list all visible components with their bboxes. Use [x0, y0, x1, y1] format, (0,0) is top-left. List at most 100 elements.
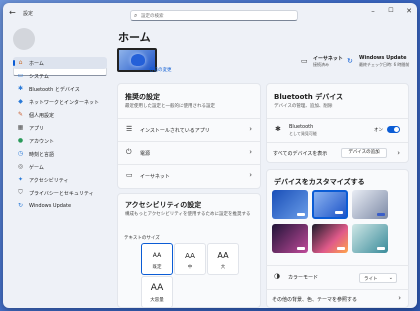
gaming-icon: ◎	[17, 163, 24, 170]
sidebar-item-label: 個人用設定	[29, 113, 55, 119]
sidebar-item-time-language[interactable]: ◷ 時刻と言語	[13, 148, 107, 160]
privacy-icon: ⛉	[18, 189, 23, 196]
close-icon[interactable]: ✕	[402, 7, 416, 15]
sidebar-item-home[interactable]: ⌂ ホーム	[13, 57, 107, 69]
text-size-large-button[interactable]: AA 大	[207, 243, 239, 275]
windows-update-icon: ↻	[17, 202, 24, 209]
sidebar-item-label: アカウント	[29, 139, 55, 145]
theme-thumbnail[interactable]	[352, 190, 388, 219]
apps-icon: ▦	[17, 124, 24, 131]
recommended-row-installed-apps[interactable]: ☰ インストールされているアプリ ›	[118, 118, 260, 140]
more-backgrounds-row[interactable]: その他の背景、色、テーマを参照する ›	[266, 289, 409, 308]
theme-thumbnail[interactable]	[352, 224, 388, 253]
chevron-right-icon: ›	[249, 125, 252, 133]
bluetooth-title: Bluetooth デバイス	[274, 93, 343, 101]
settings-window: ← 設定 ⌕ – ☐ ✕ @jenkinc.com ⌂ ホーム ▭ システム ✱…	[3, 3, 417, 308]
recommended-description: 最近使用した設定と一般的に使用される設定	[125, 104, 215, 109]
chevron-right-icon[interactable]: ›	[397, 149, 400, 157]
theme-thumbnail[interactable]	[272, 224, 308, 253]
bluetooth-toggle[interactable]	[387, 126, 400, 133]
accessibility-title: アクセシビリティの設定	[125, 201, 202, 209]
sidebar-item-privacy[interactable]: ⛉ プライバシーとセキュリティ	[13, 187, 107, 199]
sidebar-item-accessibility[interactable]: ✦ アクセシビリティ	[13, 174, 107, 186]
row-label: イーサネット	[140, 174, 170, 180]
time-language-icon: ◷	[17, 150, 24, 157]
search-input[interactable]	[141, 12, 291, 20]
text-size-label-large: 大	[220, 265, 226, 270]
accessibility-description: 構成もっとアクセシビリティを使用するために設定を推奨する	[125, 212, 251, 217]
ethernet-icon: ▭	[301, 57, 308, 65]
row-label: 電源	[140, 151, 151, 157]
sidebar-item-label: 時刻と言語	[29, 152, 55, 158]
text-size-label-default: 既定	[152, 265, 162, 270]
maximize-icon[interactable]: ☐	[384, 7, 398, 14]
active-indicator	[13, 60, 15, 66]
palette-icon: ◑	[274, 272, 281, 280]
page-title: ホーム	[118, 31, 151, 44]
network-icon: ◆	[18, 98, 23, 105]
color-mode-select[interactable]: ライト ⌄	[359, 273, 397, 283]
text-size-glyph: AA	[217, 251, 229, 260]
bluetooth-icon: ✱	[275, 125, 281, 133]
theme-window-preview	[335, 211, 343, 214]
text-size-medium-button[interactable]: AA 中	[174, 243, 206, 275]
settings-search-box[interactable]: ⌕	[130, 10, 298, 21]
avatar[interactable]	[13, 28, 35, 50]
home-icon: ⌂	[18, 59, 23, 66]
sidebar-item-label: ホーム	[29, 61, 44, 67]
bluetooth-toggle-state: オン	[374, 128, 383, 133]
bluetooth-device-label: Bluetooth	[289, 124, 314, 130]
minimize-icon[interactable]: –	[366, 7, 380, 15]
title-bar: ← 設定 ⌕ – ☐ ✕	[3, 3, 417, 25]
sidebar-item-label: ゲーム	[29, 165, 44, 171]
sidebar-item-accounts[interactable]: ● アカウント	[13, 135, 107, 147]
recommended-settings-card: 推奨の設定 最近使用した設定と一般的に使用される設定 ☰ インストールされている…	[117, 83, 261, 189]
chevron-right-icon: ›	[249, 148, 252, 156]
toggle-knob	[394, 127, 399, 132]
ethernet-icon: ▭	[126, 171, 133, 179]
sidebar-item-network[interactable]: ◆ ネットワークとインターネット	[13, 96, 107, 108]
chevron-right-icon: ›	[398, 294, 401, 302]
theme-window-preview	[337, 247, 345, 250]
bluetooth-description: デバイスの管理、追加、削除	[274, 104, 333, 109]
sidebar-item-gaming[interactable]: ◎ ゲーム	[13, 161, 107, 173]
sidebar-item-personalization[interactable]: ✎ 個人用設定	[13, 109, 107, 121]
windows-update-icon: ↻	[347, 57, 353, 65]
sidebar-item-label: アプリ	[29, 126, 45, 132]
sidebar-item-label: ネットワークとインターネット	[29, 100, 100, 106]
recommended-title: 推奨の設定	[125, 93, 160, 101]
quick-status-subtitle: 接続済み	[313, 62, 329, 67]
recommended-row-ethernet[interactable]: ▭ イーサネット ›	[118, 164, 260, 186]
add-device-button[interactable]: デバイスの追加	[341, 148, 387, 158]
more-backgrounds-label: その他の背景、色、テーマを参照する	[272, 297, 358, 303]
recommended-row-power[interactable]: ⏻ 電源 ›	[118, 141, 260, 163]
text-size-glyph: AA	[150, 283, 164, 293]
sidebar-item-bluetooth[interactable]: ✱ Bluetooth とデバイス	[13, 83, 107, 95]
theme-thumbnail[interactable]	[312, 190, 348, 219]
view-all-devices-link[interactable]: すべてのデバイスを表示	[273, 150, 327, 157]
quick-status-title: Windows Update	[359, 55, 407, 61]
theme-window-preview	[377, 213, 385, 216]
rename-link[interactable]: 名前の変更	[149, 67, 172, 73]
accessibility-icon: ✦	[17, 176, 24, 183]
system-icon: ▭	[17, 72, 24, 79]
quick-status-title: イーサネット	[313, 56, 343, 62]
sidebar: @jenkinc.com ⌂ ホーム ▭ システム ✱ Bluetooth とデ…	[3, 25, 113, 308]
quick-status-subtitle: 最終チェック日時: 6 時間前	[359, 62, 410, 67]
sidebar-item-windows-update[interactable]: ↻ Windows Update	[13, 200, 107, 212]
personalization-icon: ✎	[17, 111, 24, 118]
account-icon: ●	[17, 137, 24, 144]
sidebar-item-label: システム	[29, 74, 49, 80]
text-size-label: テキストのサイズ	[124, 236, 160, 241]
wallpaper-bloom-graphic	[131, 54, 145, 66]
sidebar-item-label: プライバシーとセキュリティ	[29, 191, 94, 197]
text-size-default-button[interactable]: AA 既定	[141, 243, 173, 275]
text-size-extra-large-button[interactable]: AA 大容量	[141, 276, 173, 308]
back-arrow-icon[interactable]: ←	[9, 8, 16, 17]
sidebar-item-system[interactable]: ▭ システム	[13, 70, 107, 82]
search-icon: ⌕	[134, 12, 138, 19]
chevron-down-icon: ⌄	[388, 275, 393, 281]
theme-thumbnail[interactable]	[272, 190, 308, 219]
theme-thumbnail[interactable]	[312, 224, 348, 253]
sidebar-item-apps[interactable]: ▦ アプリ	[13, 122, 107, 134]
